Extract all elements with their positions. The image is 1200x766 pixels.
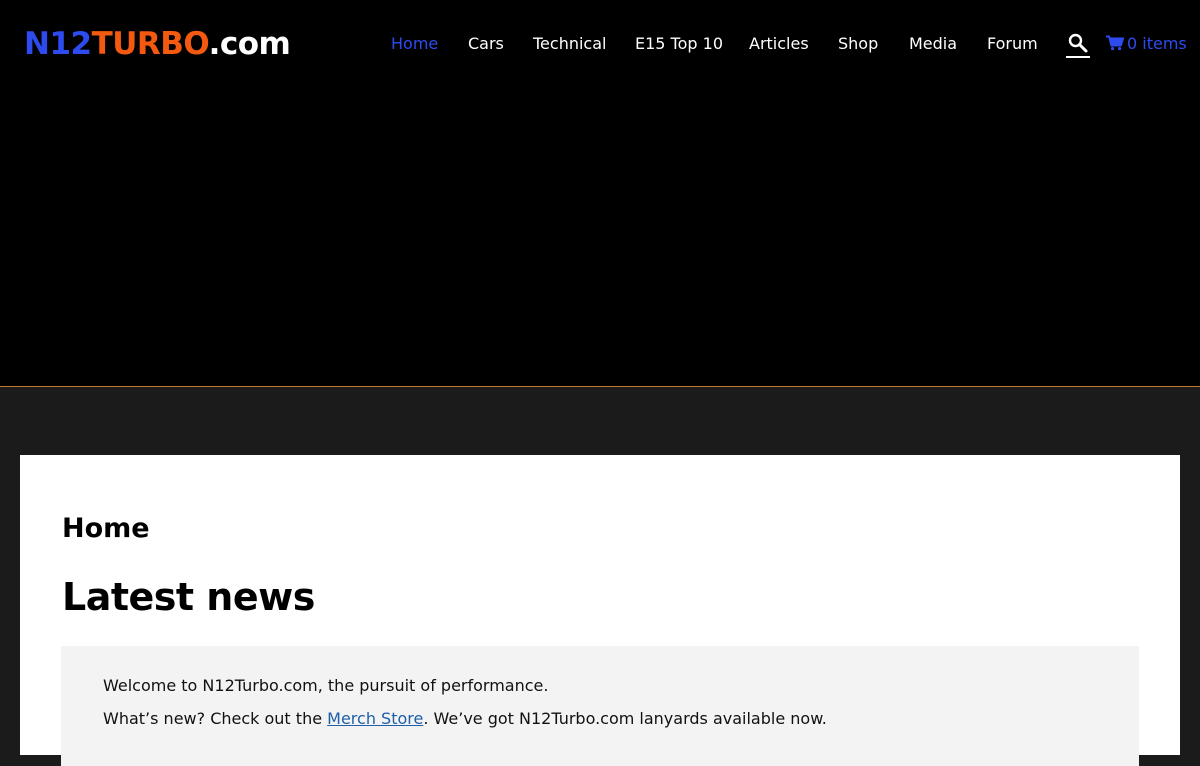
news-whats-new-text: What’s new? Check out the Merch Store. W… [103,709,827,728]
content-card: Home Latest news Welcome to N12Turbo.com… [20,455,1180,766]
search-button[interactable] [1066,31,1090,58]
nav-home[interactable]: Home [391,30,438,58]
news-text-after-link: . We’ve got N12Turbo.com lanyards availa… [423,709,827,728]
nav-forum[interactable]: Forum [987,30,1038,58]
news-welcome-text: Welcome to N12Turbo.com, the pursuit of … [103,676,549,695]
main-nav: Home Cars Technical E15 Top 10 Articles … [0,30,1200,58]
nav-e15-top-10[interactable]: E15 Top 10 [635,30,723,58]
merch-store-link[interactable]: Merch Store [327,709,423,728]
cart-icon [1106,35,1124,51]
search-icon [1068,33,1088,53]
cart-label: 0 items [1127,34,1187,53]
nav-shop[interactable]: Shop [838,30,878,58]
latest-news-heading: Latest news [62,575,315,619]
news-box: Welcome to N12Turbo.com, the pursuit of … [61,646,1139,766]
nav-articles[interactable]: Articles [749,30,809,58]
nav-technical[interactable]: Technical [533,30,606,58]
nav-media[interactable]: Media [909,30,957,58]
site-header: N12TURBO.com Home Cars Technical E15 Top… [0,0,1200,387]
cart-link[interactable]: 0 items [1106,30,1187,58]
nav-cars[interactable]: Cars [468,30,504,58]
page-title: Home [62,513,150,544]
news-text-before-link: What’s new? Check out the [103,709,328,728]
